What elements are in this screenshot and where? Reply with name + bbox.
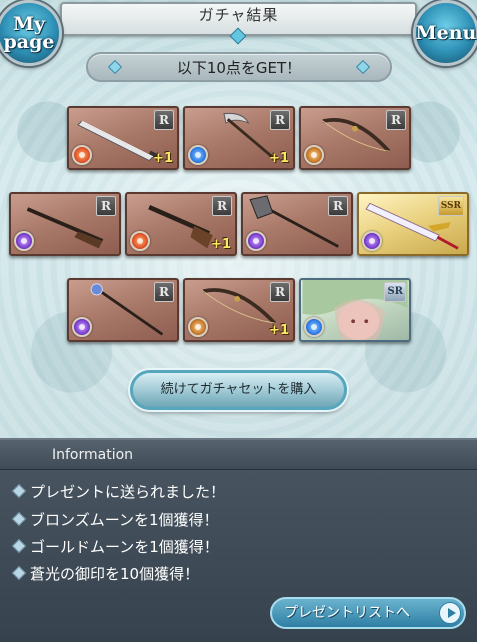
info-line-text: ブロンズムーンを1個獲得！ xyxy=(30,511,219,529)
info-line: プレゼントに送られました！ xyxy=(11,480,454,504)
banner-text: 以下10点をGET！ xyxy=(176,59,302,77)
rarity-badge: R xyxy=(154,110,174,130)
buy-gacha-set-button[interactable]: 続けてガチャセットを購入 xyxy=(130,370,347,410)
diamond-bullet-icon xyxy=(11,511,27,526)
plus-bonus: +1 xyxy=(211,237,231,252)
info-line-text: 蒼光の御印を10個獲得！ xyxy=(30,565,200,583)
item-card-sr-character[interactable]: SR xyxy=(299,278,411,342)
water-element-icon xyxy=(304,317,324,337)
rarity-badge: SR xyxy=(384,282,406,302)
gacha-result-screen: ガチャ結果 My page Menu 以下10点をGET！ R +1 R +1 xyxy=(0,0,477,642)
item-card-ssr-sword[interactable]: SSR xyxy=(357,192,469,256)
present-list-button[interactable]: プレゼントリストへ xyxy=(270,597,466,629)
rarity-badge: R xyxy=(386,110,406,130)
item-card-staff[interactable]: R xyxy=(67,278,179,342)
rarity-badge: SSR xyxy=(437,196,464,216)
fire-element-icon xyxy=(130,231,150,251)
plus-bonus: +1 xyxy=(153,151,173,166)
item-card-bow[interactable]: R xyxy=(299,106,411,170)
info-line-text: プレゼントに送られました！ xyxy=(30,483,226,501)
water-element-icon xyxy=(188,145,208,165)
dark-element-icon xyxy=(14,231,34,251)
arrow-right-icon xyxy=(439,602,461,624)
earth-element-icon xyxy=(188,317,208,337)
menu-button[interactable]: Menu xyxy=(413,0,477,66)
info-line: ゴールドムーンを1個獲得！ xyxy=(11,535,454,559)
info-line-text: ゴールドムーンを1個獲得！ xyxy=(30,538,219,556)
item-card-rifle[interactable]: R xyxy=(9,192,121,256)
rarity-badge: R xyxy=(212,196,232,216)
rarity-badge: R xyxy=(154,282,174,302)
item-card-bow-2[interactable]: R +1 xyxy=(183,278,295,342)
plus-bonus: +1 xyxy=(269,323,289,338)
earth-element-icon xyxy=(304,145,324,165)
dark-element-icon xyxy=(72,317,92,337)
info-line: 蒼光の御印を10個獲得！ xyxy=(11,562,454,586)
plus-bonus: +1 xyxy=(269,151,289,166)
item-card-scythe[interactable]: R +1 xyxy=(183,106,295,170)
rarity-badge: R xyxy=(96,196,116,216)
info-line: ブロンズムーンを1個獲得！ xyxy=(11,508,454,532)
rarity-badge: R xyxy=(270,110,290,130)
diamond-bullet-icon xyxy=(11,538,27,553)
rarity-badge: R xyxy=(270,282,290,302)
information-title: Information xyxy=(52,447,134,463)
page-title: ガチャ結果 xyxy=(198,6,279,24)
rarity-badge: R xyxy=(328,196,348,216)
fire-element-icon xyxy=(72,145,92,165)
item-card-sword[interactable]: R +1 xyxy=(67,106,179,170)
item-card-axe[interactable]: R xyxy=(241,192,353,256)
dark-element-icon xyxy=(246,231,266,251)
mypage-label-line2: page xyxy=(3,31,55,53)
diamond-bullet-icon xyxy=(11,483,27,498)
item-card-gun[interactable]: R +1 xyxy=(125,192,237,256)
diamond-bullet-icon xyxy=(11,565,27,580)
dark-element-icon xyxy=(362,231,382,251)
present-list-label: プレゼントリストへ xyxy=(284,605,410,621)
